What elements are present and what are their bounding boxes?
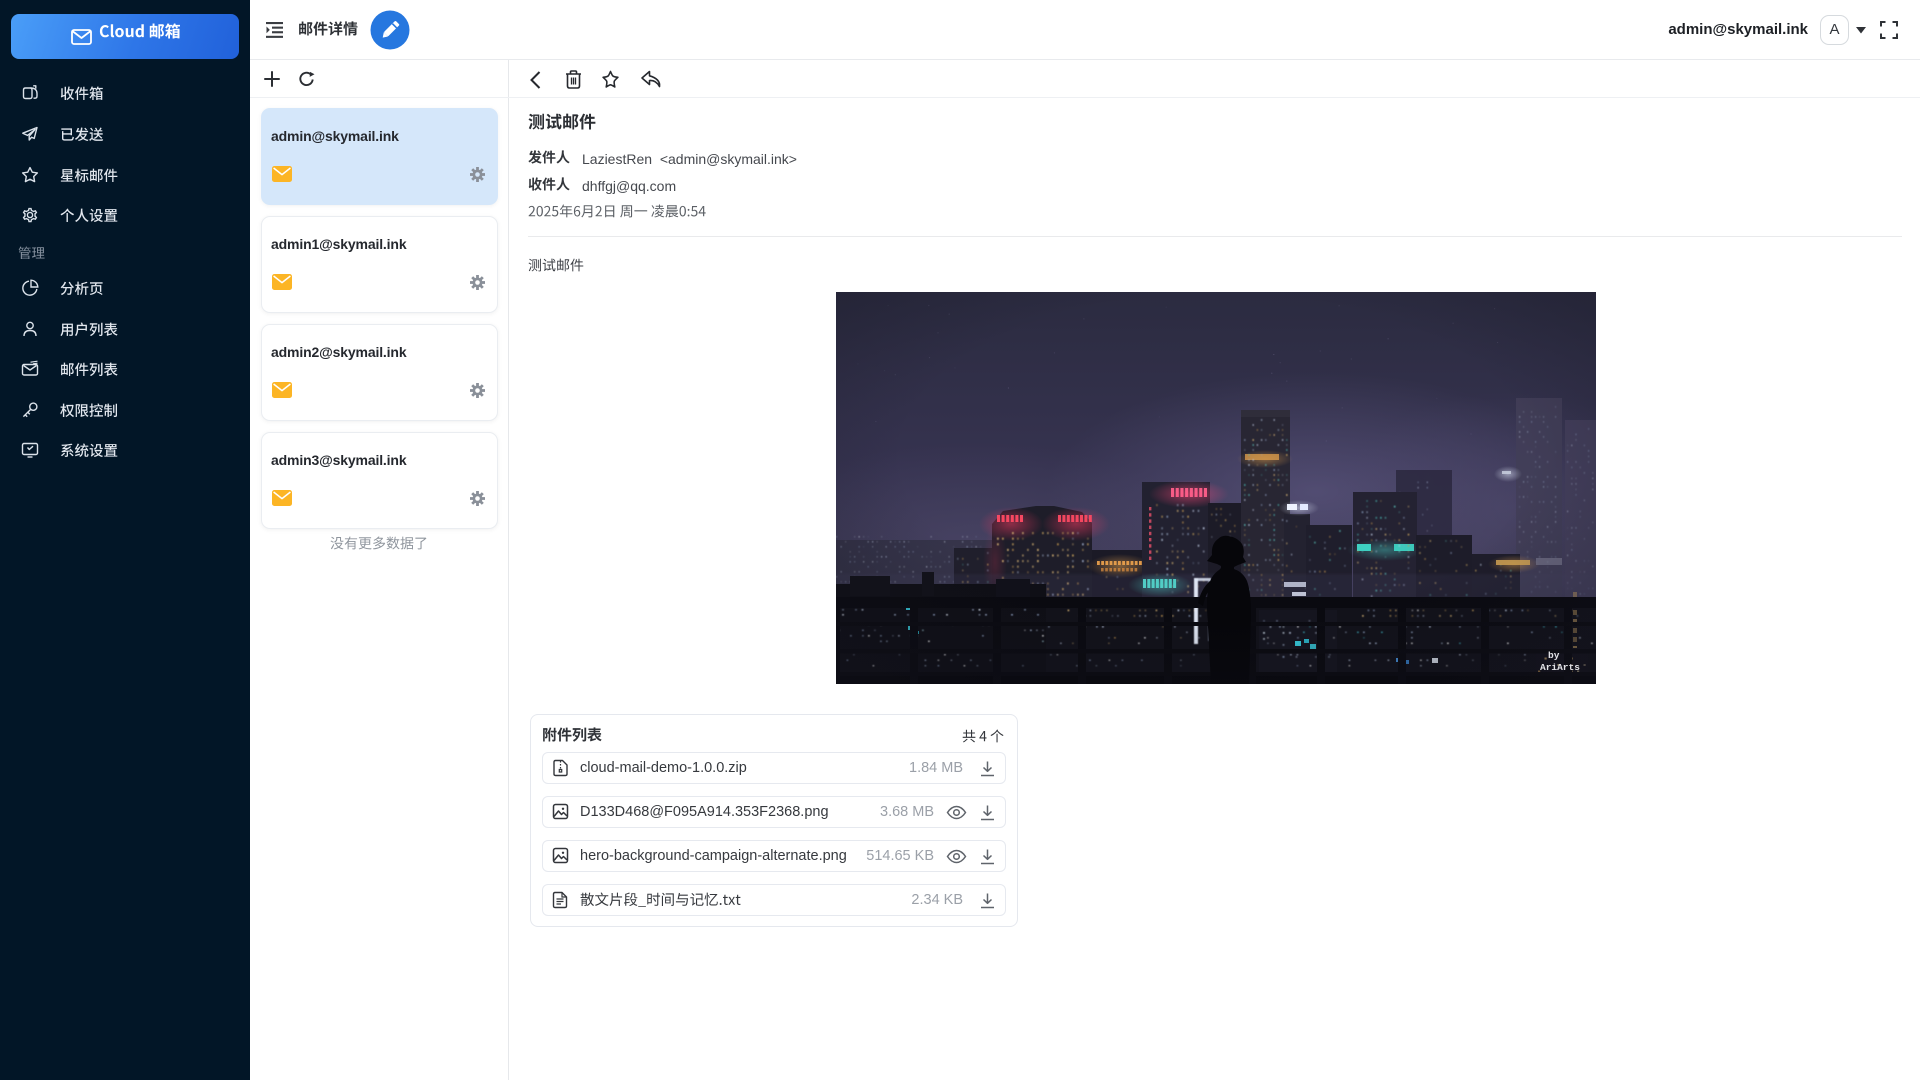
- svg-text:by: by: [1548, 650, 1560, 661]
- svg-text:AriArts: AriArts: [1540, 662, 1580, 673]
